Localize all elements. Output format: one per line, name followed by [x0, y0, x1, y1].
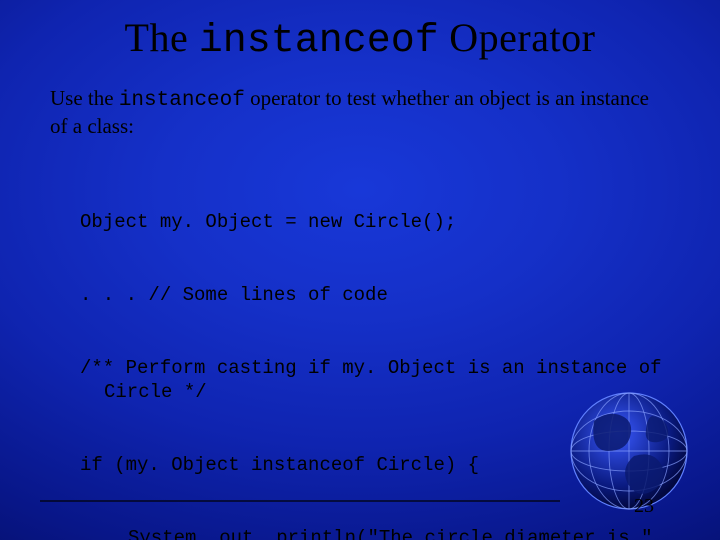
code-line-1: Object my. Object = new Circle(); [80, 210, 670, 234]
footer-divider [40, 500, 560, 502]
page-number: 23 [634, 495, 654, 518]
slide-title: The instanceof Operator [0, 0, 720, 64]
code-line-5: System. out. println("The circle diamete… [80, 526, 670, 540]
code-line-2: . . . // Some lines of code [80, 283, 670, 307]
slide: The instanceof Operator Use the instance… [0, 0, 720, 540]
title-code: instanceof [199, 19, 439, 64]
body-text: Use the instanceof operator to test whet… [0, 64, 720, 139]
body-code: instanceof [119, 89, 245, 112]
title-post: Operator [439, 15, 596, 60]
globe-icon [564, 386, 694, 516]
title-pre: The [125, 15, 199, 60]
body-pre: Use the [50, 86, 119, 110]
